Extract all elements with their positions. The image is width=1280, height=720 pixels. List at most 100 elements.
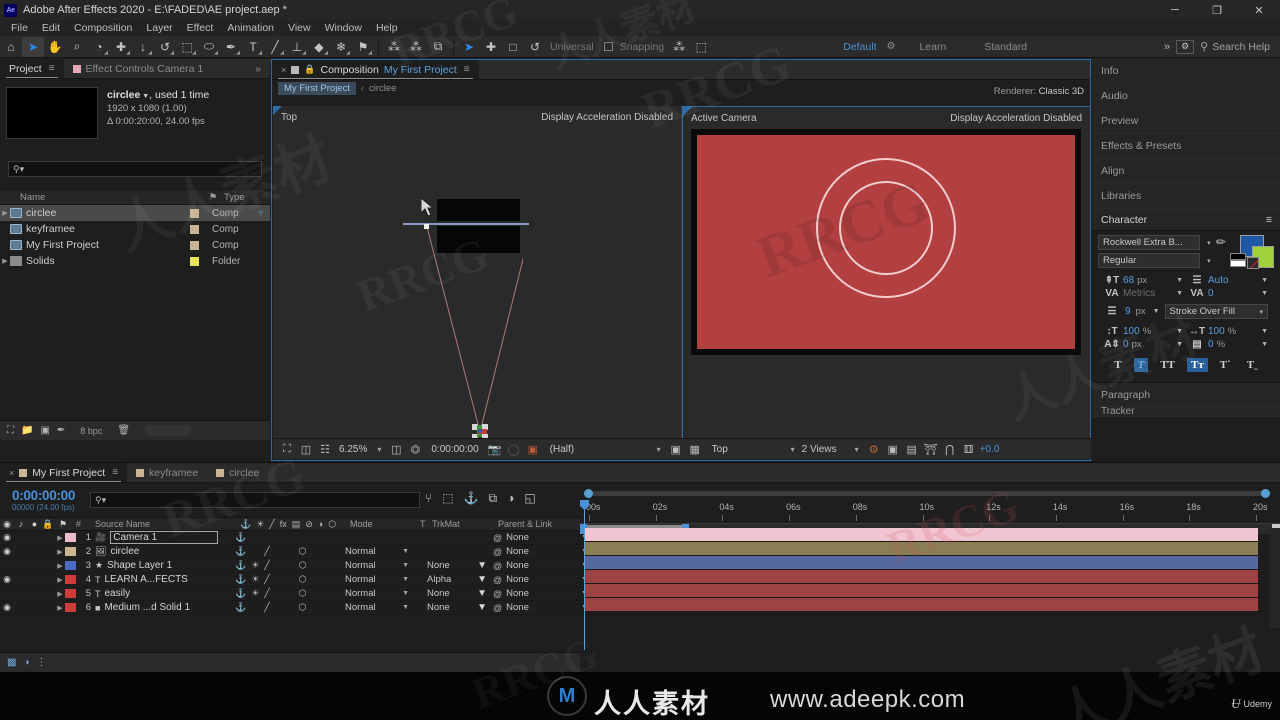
shy-icon[interactable]: ⚓: [235, 532, 246, 543]
3d-layer-icon[interactable]: ⬡: [299, 602, 307, 613]
draft-3d-icon[interactable]: ⬚: [442, 491, 453, 506]
baseline-shift-dropdown-icon[interactable]: ▼: [1176, 341, 1183, 348]
composition-mini-flowchart-icon[interactable]: ⑂: [425, 491, 432, 506]
pan-under-cursor-icon[interactable]: ⁂: [405, 37, 427, 57]
expand-collapse-icon[interactable]: ⋮: [37, 657, 47, 668]
vertical-scale-dropdown-icon[interactable]: ▼: [1176, 328, 1183, 335]
kerning-row[interactable]: VA Metrics ▼: [1104, 288, 1183, 299]
layer-source[interactable]: 🖼 circlee: [95, 546, 235, 557]
fast-previews-icon[interactable]: ▣: [668, 443, 684, 456]
shy-icon[interactable]: ⚓: [235, 546, 246, 557]
menu-help[interactable]: Help: [369, 20, 405, 36]
toggle-transparency-grid-icon[interactable]: ◫: [298, 443, 314, 456]
layer-switches[interactable]: ⚓: [235, 532, 345, 543]
layer-label-color[interactable]: [65, 575, 76, 584]
zoom-tool-icon[interactable]: ⌕: [66, 37, 88, 57]
font-family-dropdown-icon[interactable]: ▾: [1204, 239, 1214, 247]
layer-switches[interactable]: ⚓ ╱ ⬡: [235, 546, 345, 557]
font-size-row[interactable]: ⇞T 68 px ▼: [1104, 275, 1183, 286]
project-row-my-first-project[interactable]: My First Project Comp: [0, 237, 270, 253]
layer-parent-link[interactable]: @None▼: [493, 602, 588, 613]
menu-layer[interactable]: Layer: [139, 20, 179, 36]
layer-twisty-icon[interactable]: ▶: [55, 534, 65, 542]
layer-twisty-icon[interactable]: ▶: [55, 604, 65, 612]
character-panel-menu-icon[interactable]: ≡: [1266, 214, 1272, 226]
timeline-search-input[interactable]: ⚲▾: [90, 492, 420, 508]
new-composition-icon[interactable]: ▣: [40, 425, 49, 436]
leading-dropdown-icon[interactable]: ▼: [1261, 277, 1268, 284]
layer-label-color[interactable]: [65, 547, 76, 556]
layer-label-color[interactable]: [65, 561, 76, 570]
clone-stamp-tool-icon[interactable]: ⊥ ◢: [286, 37, 308, 57]
workspace-menu-icon[interactable]: ⚙: [887, 41, 896, 52]
layer-visibility-toggle[interactable]: ◉: [0, 602, 14, 613]
layer-switches[interactable]: ⚓ ☀ ╱ ⬡: [235, 574, 345, 585]
tab-composition[interactable]: × 🔒 Composition My First Project ≡: [272, 60, 479, 79]
layer-label-color[interactable]: [65, 603, 76, 612]
tracking-dropdown-icon[interactable]: ▼: [1261, 290, 1268, 297]
label-color-swatch[interactable]: [190, 208, 199, 218]
hand-tool-icon[interactable]: ✋: [44, 37, 66, 57]
column-type[interactable]: Type: [224, 192, 270, 203]
layer-track-matte[interactable]: None ▼: [427, 602, 493, 613]
project-row-keyframee[interactable]: keyframee Comp: [0, 221, 270, 237]
track-xy-tool-icon[interactable]: ⬚ ◢: [176, 37, 198, 57]
viewport-active-camera[interactable]: Active Camera Display Acceleration Disab…: [682, 106, 1091, 439]
no-color-icon[interactable]: [1247, 257, 1259, 269]
close-button[interactable]: ✕: [1238, 0, 1280, 20]
header-source-name[interactable]: Source Name: [95, 519, 240, 529]
comp-flowchart-icon[interactable]: ⋂: [942, 443, 958, 456]
selection-arrow-icon[interactable]: ➤: [458, 37, 480, 57]
tsume-row[interactable]: ▤ 0 % ▼: [1189, 339, 1268, 350]
faux-italic-button[interactable]: T: [1133, 358, 1149, 372]
quality-icon[interactable]: ╱: [264, 560, 269, 571]
close-icon[interactable]: ×: [9, 468, 14, 478]
faux-bold-button[interactable]: T: [1110, 358, 1125, 372]
type-tool-icon[interactable]: T ◢: [242, 37, 264, 57]
project-search-input[interactable]: ⚲▾: [8, 161, 262, 177]
layer-blend-mode[interactable]: Normal ▼: [345, 588, 415, 599]
current-time-display[interactable]: 0:00:00:00 00000 (24.00 fps): [12, 488, 75, 512]
timeline-icon[interactable]: ▦: [687, 443, 703, 456]
label-color-swatch[interactable]: [190, 256, 199, 266]
frame-blending-icon[interactable]: ⧉: [489, 491, 498, 506]
pickwhip-icon[interactable]: @: [493, 589, 502, 599]
views-count-dropdown-icon[interactable]: ▾: [851, 445, 863, 454]
layer-blend-mode[interactable]: Normal ▼: [345, 574, 415, 585]
pan-behind-tool-icon[interactable]: ↓ ◢: [132, 37, 154, 57]
snapping-checkbox[interactable]: [603, 42, 613, 51]
grid-guides-icon[interactable]: ⏣: [407, 443, 423, 456]
view-layout-dropdown-icon[interactable]: ▾: [787, 445, 799, 454]
panel-header-libraries[interactable]: Libraries: [1092, 184, 1280, 209]
paragraph-panel-header[interactable]: Paragraph: [1092, 382, 1280, 407]
breadcrumb-root[interactable]: My First Project: [278, 81, 356, 95]
tsume-value[interactable]: 0: [1208, 339, 1214, 350]
always-preview-icon[interactable]: ⛶: [279, 443, 295, 456]
default-colors-icon[interactable]: [1230, 253, 1246, 267]
leading-row[interactable]: ☰ Auto ▼: [1189, 275, 1268, 286]
layer-visibility-toggle[interactable]: ◉: [0, 532, 14, 543]
pixel-aspect-correction-icon[interactable]: ▣: [885, 443, 901, 456]
new-folder-icon[interactable]: 📁: [21, 425, 33, 436]
superscript-button[interactable]: T˙: [1216, 358, 1235, 372]
pickwhip-icon[interactable]: @: [493, 603, 502, 613]
comp-panel-menu-icon[interactable]: ≡: [464, 64, 470, 75]
pickwhip-icon[interactable]: @: [493, 547, 502, 557]
menu-file[interactable]: File: [4, 20, 35, 36]
panel-header-effects-presets[interactable]: Effects & Presets: [1092, 134, 1280, 159]
brush-tool-icon[interactable]: ╱ ◢: [264, 37, 286, 57]
anchor-point-icon[interactable]: ✚: [480, 37, 502, 57]
resolution-dropdown-icon[interactable]: ▾: [653, 445, 665, 454]
layer-twisty-icon[interactable]: ▶: [55, 562, 65, 570]
roto-brush-tool-icon[interactable]: ❄ ◢: [330, 37, 352, 57]
vertical-scale-row[interactable]: ↕T 100 % ▼: [1104, 326, 1183, 337]
panel-header-preview[interactable]: Preview: [1092, 109, 1280, 134]
menu-view[interactable]: View: [281, 20, 318, 36]
layer-source[interactable]: Teasily: [95, 588, 235, 599]
tracking-value[interactable]: 0: [1208, 288, 1214, 299]
font-family-field[interactable]: Rockwell Extra B...: [1098, 235, 1200, 250]
project-row-solids[interactable]: ▶ Solids Folder: [0, 253, 270, 269]
small-caps-button[interactable]: Tт: [1187, 358, 1208, 372]
shy-icon[interactable]: ⚓: [235, 588, 246, 599]
layer-source[interactable]: ■ Medium ...d Solid 1: [95, 602, 235, 613]
